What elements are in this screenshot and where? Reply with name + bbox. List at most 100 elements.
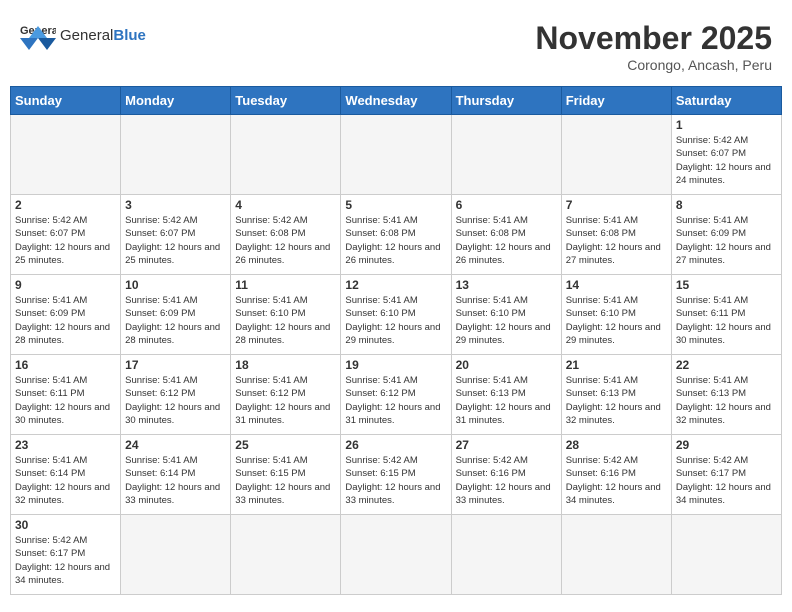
weekday-header-wednesday: Wednesday <box>341 87 451 115</box>
calendar-cell: 5 Sunrise: 5:41 AM Sunset: 6:08 PM Daylig… <box>341 195 451 275</box>
weekday-header-saturday: Saturday <box>671 87 781 115</box>
day-number: 27 <box>456 438 557 452</box>
calendar-cell: 30 Sunrise: 5:42 AM Sunset: 6:17 PM Dayli… <box>11 515 121 595</box>
day-info: Sunrise: 5:41 AM Sunset: 6:09 PM Dayligh… <box>676 214 777 267</box>
week-row-6: 30 Sunrise: 5:42 AM Sunset: 6:17 PM Dayli… <box>11 515 782 595</box>
day-info: Sunrise: 5:41 AM Sunset: 6:10 PM Dayligh… <box>566 294 667 347</box>
day-info: Sunrise: 5:41 AM Sunset: 6:13 PM Dayligh… <box>676 374 777 427</box>
calendar-cell: 16 Sunrise: 5:41 AM Sunset: 6:11 PM Dayli… <box>11 355 121 435</box>
calendar-cell: 22Sunrise: 5:41 AM Sunset: 6:13 PM Dayli… <box>671 355 781 435</box>
day-number: 8 <box>676 198 777 212</box>
day-number: 14 <box>566 278 667 292</box>
calendar-cell <box>121 115 231 195</box>
month-title: November 2025 <box>535 20 772 57</box>
calendar-cell: 12Sunrise: 5:41 AM Sunset: 6:10 PM Dayli… <box>341 275 451 355</box>
calendar-table: SundayMondayTuesdayWednesdayThursdayFrid… <box>10 86 782 595</box>
calendar-cell: 29 Sunrise: 5:42 AM Sunset: 6:17 PM Dayli… <box>671 435 781 515</box>
calendar-cell: 1Sunrise: 5:42 AM Sunset: 6:07 PM Daylig… <box>671 115 781 195</box>
calendar-cell <box>671 515 781 595</box>
day-number: 24 <box>125 438 226 452</box>
calendar-cell: 21 Sunrise: 5:41 AM Sunset: 6:13 PM Dayli… <box>561 355 671 435</box>
day-number: 5 <box>345 198 446 212</box>
day-number: 4 <box>235 198 336 212</box>
weekday-header-sunday: Sunday <box>11 87 121 115</box>
week-row-5: 23 Sunrise: 5:41 AM Sunset: 6:14 PM Dayli… <box>11 435 782 515</box>
generalblue-logo-icon: General <box>20 20 56 50</box>
day-info: Sunrise: 5:41 AM Sunset: 6:12 PM Dayligh… <box>125 374 226 427</box>
day-number: 16 <box>15 358 116 372</box>
day-info: Sunrise: 5:41 AM Sunset: 6:09 PM Dayligh… <box>125 294 226 347</box>
calendar-cell <box>341 115 451 195</box>
day-info: Sunrise: 5:42 AM Sunset: 6:17 PM Dayligh… <box>15 534 116 587</box>
week-row-1: 1Sunrise: 5:42 AM Sunset: 6:07 PM Daylig… <box>11 115 782 195</box>
calendar-cell: 7Sunrise: 5:41 AM Sunset: 6:08 PM Daylig… <box>561 195 671 275</box>
calendar-cell <box>561 515 671 595</box>
calendar-cell: 15 Sunrise: 5:41 AM Sunset: 6:11 PM Dayli… <box>671 275 781 355</box>
day-info: Sunrise: 5:42 AM Sunset: 6:16 PM Dayligh… <box>566 454 667 507</box>
day-info: Sunrise: 5:42 AM Sunset: 6:17 PM Dayligh… <box>676 454 777 507</box>
day-info: Sunrise: 5:41 AM Sunset: 6:09 PM Dayligh… <box>15 294 116 347</box>
calendar-cell: 6Sunrise: 5:41 AM Sunset: 6:08 PM Daylig… <box>451 195 561 275</box>
day-number: 29 <box>676 438 777 452</box>
calendar-cell: 20Sunrise: 5:41 AM Sunset: 6:13 PM Dayli… <box>451 355 561 435</box>
calendar-cell: 13 Sunrise: 5:41 AM Sunset: 6:10 PM Dayli… <box>451 275 561 355</box>
day-number: 28 <box>566 438 667 452</box>
day-info: Sunrise: 5:41 AM Sunset: 6:10 PM Dayligh… <box>456 294 557 347</box>
day-number: 13 <box>456 278 557 292</box>
calendar-cell: 26Sunrise: 5:42 AM Sunset: 6:15 PM Dayli… <box>341 435 451 515</box>
week-row-3: 9 Sunrise: 5:41 AM Sunset: 6:09 PM Daylig… <box>11 275 782 355</box>
weekday-header-thursday: Thursday <box>451 87 561 115</box>
day-info: Sunrise: 5:41 AM Sunset: 6:10 PM Dayligh… <box>235 294 336 347</box>
calendar-cell <box>341 515 451 595</box>
logo: General GeneralBlue <box>20 20 146 50</box>
day-info: Sunrise: 5:41 AM Sunset: 6:11 PM Dayligh… <box>15 374 116 427</box>
calendar-cell: 28 Sunrise: 5:42 AM Sunset: 6:16 PM Dayli… <box>561 435 671 515</box>
day-number: 11 <box>235 278 336 292</box>
calendar-cell <box>121 515 231 595</box>
calendar-cell: 23 Sunrise: 5:41 AM Sunset: 6:14 PM Dayli… <box>11 435 121 515</box>
day-info: Sunrise: 5:42 AM Sunset: 6:07 PM Dayligh… <box>15 214 116 267</box>
day-info: Sunrise: 5:41 AM Sunset: 6:08 PM Dayligh… <box>345 214 446 267</box>
day-number: 1 <box>676 118 777 132</box>
day-info: Sunrise: 5:41 AM Sunset: 6:12 PM Dayligh… <box>345 374 446 427</box>
day-number: 2 <box>15 198 116 212</box>
weekday-header-monday: Monday <box>121 87 231 115</box>
day-info: Sunrise: 5:41 AM Sunset: 6:13 PM Dayligh… <box>566 374 667 427</box>
day-number: 12 <box>345 278 446 292</box>
day-number: 10 <box>125 278 226 292</box>
day-info: Sunrise: 5:41 AM Sunset: 6:08 PM Dayligh… <box>456 214 557 267</box>
weekday-header-tuesday: Tuesday <box>231 87 341 115</box>
day-info: Sunrise: 5:41 AM Sunset: 6:14 PM Dayligh… <box>125 454 226 507</box>
calendar-cell: 4 Sunrise: 5:42 AM Sunset: 6:08 PM Daylig… <box>231 195 341 275</box>
day-info: Sunrise: 5:41 AM Sunset: 6:08 PM Dayligh… <box>566 214 667 267</box>
calendar-cell: 19Sunrise: 5:41 AM Sunset: 6:12 PM Dayli… <box>341 355 451 435</box>
day-number: 21 <box>566 358 667 372</box>
calendar-cell: 25Sunrise: 5:41 AM Sunset: 6:15 PM Dayli… <box>231 435 341 515</box>
day-info: Sunrise: 5:41 AM Sunset: 6:11 PM Dayligh… <box>676 294 777 347</box>
day-number: 17 <box>125 358 226 372</box>
calendar-cell <box>561 115 671 195</box>
calendar-cell: 10 Sunrise: 5:41 AM Sunset: 6:09 PM Dayli… <box>121 275 231 355</box>
calendar-cell <box>451 515 561 595</box>
calendar-cell: 2 Sunrise: 5:42 AM Sunset: 6:07 PM Daylig… <box>11 195 121 275</box>
day-info: Sunrise: 5:42 AM Sunset: 6:08 PM Dayligh… <box>235 214 336 267</box>
logo-text: GeneralBlue <box>60 27 146 44</box>
day-number: 9 <box>15 278 116 292</box>
calendar-cell <box>231 515 341 595</box>
location: Corongo, Ancash, Peru <box>535 57 772 73</box>
day-number: 25 <box>235 438 336 452</box>
day-number: 30 <box>15 518 116 532</box>
day-info: Sunrise: 5:41 AM Sunset: 6:14 PM Dayligh… <box>15 454 116 507</box>
day-info: Sunrise: 5:42 AM Sunset: 6:15 PM Dayligh… <box>345 454 446 507</box>
calendar-cell <box>231 115 341 195</box>
day-number: 20 <box>456 358 557 372</box>
calendar-cell: 27Sunrise: 5:42 AM Sunset: 6:16 PM Dayli… <box>451 435 561 515</box>
calendar-cell: 24 Sunrise: 5:41 AM Sunset: 6:14 PM Dayli… <box>121 435 231 515</box>
calendar-cell: 3Sunrise: 5:42 AM Sunset: 6:07 PM Daylig… <box>121 195 231 275</box>
title-block: November 2025 Corongo, Ancash, Peru <box>535 20 772 73</box>
page-header: General GeneralBlue November 2025 Corong… <box>10 10 782 78</box>
day-number: 23 <box>15 438 116 452</box>
day-number: 18 <box>235 358 336 372</box>
day-number: 15 <box>676 278 777 292</box>
calendar-cell <box>451 115 561 195</box>
